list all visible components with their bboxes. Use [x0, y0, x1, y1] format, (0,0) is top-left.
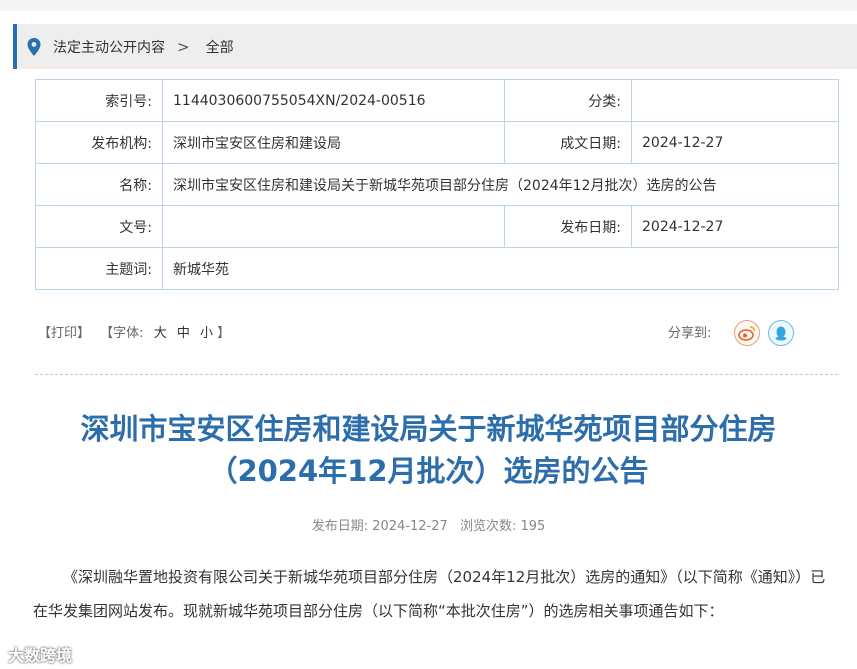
name-label: 名称: [35, 163, 163, 206]
views-value: 195 [520, 519, 546, 534]
category-label: 分类: [504, 79, 632, 122]
article-title-line2: （2024年12月批次）选房的公告 [208, 454, 649, 488]
subject-label: 主题词: [35, 247, 163, 290]
breadcrumb-separator-icon: > [177, 37, 190, 56]
table-row: 索引号: 1144030600755054XN/2024-00516 分类: [35, 79, 839, 122]
publisher-value: 深圳市宝安区住房和建设局 [162, 121, 505, 164]
created-date-label: 成文日期: [504, 121, 632, 164]
table-row: 文号: 发布日期: 2024-12-27 [35, 205, 839, 248]
print-button[interactable]: 【打印】 [38, 326, 90, 341]
share-label: 分享到: [668, 326, 712, 341]
location-pin-icon [27, 37, 41, 56]
article-title: 深圳市宝安区住房和建设局关于新城华苑项目部分住房 （2024年12月批次）选房的… [0, 408, 857, 492]
doc-number-value [162, 205, 505, 248]
font-size-bracket: 】 [217, 326, 231, 341]
table-row: 主题词: 新城华苑 [35, 247, 839, 290]
name-value: 深圳市宝安区住房和建设局关于新城华苑项目部分住房（2024年12月批次）选房的公… [162, 163, 839, 206]
qq-share-icon[interactable] [768, 320, 794, 346]
category-value [631, 79, 839, 122]
breadcrumb: 法定主动公开内容 > 全部 [13, 24, 857, 69]
index-value: 1144030600755054XN/2024-00516 [162, 79, 505, 122]
article-pub-info: 发布日期: 2024-12-27 浏览次数: 195 [0, 515, 857, 534]
article-toolbar: 【打印】 【字体: 大 中 小 】 [38, 322, 230, 341]
created-date-value: 2024-12-27 [631, 121, 839, 164]
table-row: 发布机构: 深圳市宝安区住房和建设局 成文日期: 2024-12-27 [35, 121, 839, 164]
article-body-paragraph: 《深圳融华置地投资有限公司关于新城华苑项目部分住房（2024年12月批次）选房的… [33, 568, 826, 620]
weibo-share-icon[interactable] [734, 320, 760, 346]
document-metadata-table: 索引号: 1144030600755054XN/2024-00516 分类: 发… [35, 79, 839, 290]
font-medium-button[interactable]: 中 [177, 326, 190, 341]
published-date-value: 2024-12-27 [631, 205, 839, 248]
publisher-label: 发布机构: [35, 121, 163, 164]
breadcrumb-section-link[interactable]: 法定主动公开内容 [53, 37, 165, 57]
font-large-button[interactable]: 大 [154, 326, 167, 341]
doc-number-label: 文号: [35, 205, 163, 248]
subject-value: 新城华苑 [162, 247, 839, 290]
pub-date-value: 2024-12-27 [372, 519, 448, 534]
article-title-line1: 深圳市宝安区住房和建设局关于新城华苑项目部分住房 [80, 412, 777, 446]
table-row: 名称: 深圳市宝安区住房和建设局关于新城华苑项目部分住房（2024年12月批次）… [35, 163, 839, 206]
top-strip [0, 0, 857, 11]
views-label: 浏览次数: [459, 519, 517, 534]
font-size-label: 【字体: [100, 326, 144, 341]
pub-date-label: 发布日期: [311, 519, 369, 534]
breadcrumb-current[interactable]: 全部 [206, 37, 234, 57]
divider [35, 374, 838, 375]
font-small-button[interactable]: 小 [200, 326, 213, 341]
watermark-logo: 大数跨境 [8, 646, 73, 665]
index-label: 索引号: [35, 79, 163, 122]
published-date-label: 发布日期: [504, 205, 632, 248]
